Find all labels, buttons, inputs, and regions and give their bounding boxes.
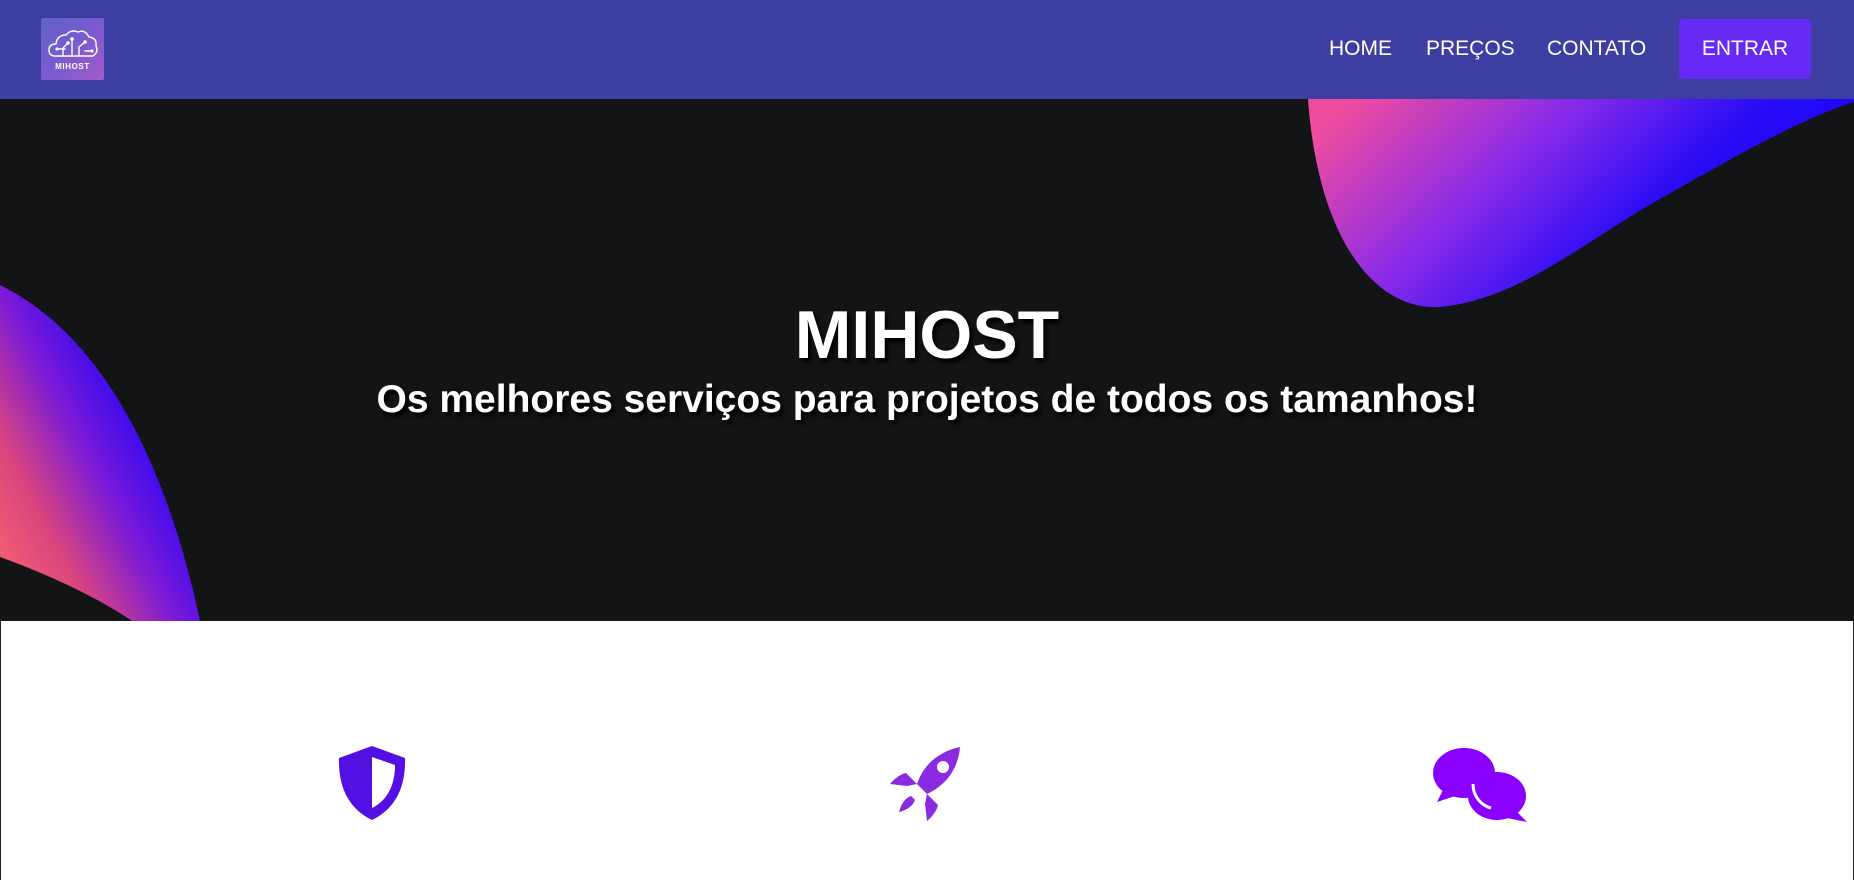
- logo-text: MIHOST: [55, 62, 90, 71]
- navbar: MIHOST HOME PREÇOS CONTATO ENTRAR: [0, 0, 1854, 99]
- nav-contato-link[interactable]: CONTATO: [1547, 36, 1646, 62]
- rocket-icon: [890, 747, 960, 821]
- login-button[interactable]: ENTRAR: [1679, 19, 1811, 79]
- logo[interactable]: MIHOST: [41, 18, 104, 80]
- hero-banner: MIHOST Os melhores serviços para projeto…: [0, 99, 1854, 621]
- features-section: [0, 621, 1854, 880]
- nav-home-link[interactable]: HOME: [1329, 36, 1392, 62]
- hero-title: MIHOST: [794, 297, 1060, 373]
- shield-icon: [338, 746, 406, 820]
- nav-precos-link[interactable]: PREÇOS: [1426, 36, 1515, 62]
- chat-icon: [1433, 748, 1527, 822]
- hero-subtitle: Os melhores serviços para projetos de to…: [376, 378, 1478, 421]
